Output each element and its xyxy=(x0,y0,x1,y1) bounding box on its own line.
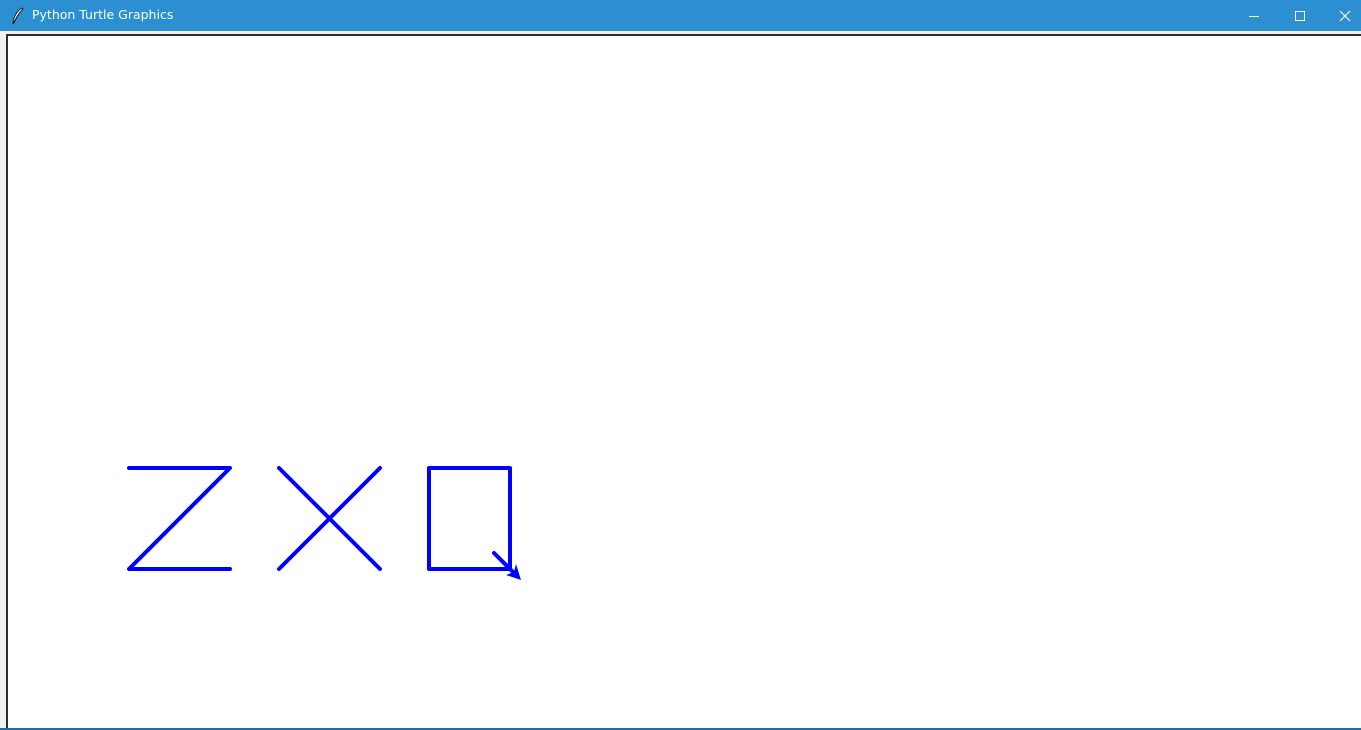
turtle-drawing xyxy=(127,466,521,580)
letter-z xyxy=(127,466,232,571)
letter-x xyxy=(277,466,382,571)
letter-q xyxy=(427,466,518,577)
